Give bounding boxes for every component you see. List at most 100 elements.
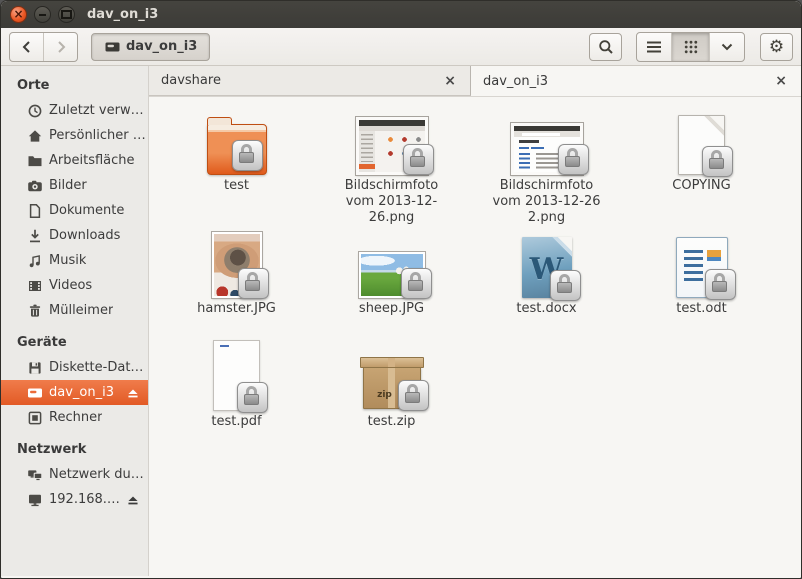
chevron-down-icon — [721, 43, 733, 51]
tab-dav-on-i3[interactable]: dav_on_i3 × — [471, 66, 801, 96]
zip-label-glyph: zip — [377, 390, 392, 400]
window-close-icon: × — [13, 8, 23, 20]
file-item-test-folder[interactable]: test — [159, 103, 314, 226]
sidebar-item-label: Rechner — [49, 410, 102, 425]
sidebar-item-browse-network[interactable]: Netzwerk du… — [1, 462, 148, 487]
tab-bar: davshare × dav_on_i3 × — [149, 66, 801, 97]
drive-icon — [104, 39, 121, 55]
sidebar-item-floppy[interactable]: Diskette-Dat… — [1, 355, 148, 380]
sidebar-item-music[interactable]: Musik — [1, 248, 148, 273]
lock-emblem — [403, 144, 434, 175]
pdf-document-icon — [213, 340, 260, 411]
file-item-pdf[interactable]: test.pdf — [159, 339, 314, 452]
sidebar-item-label: 192.168.… — [49, 492, 120, 507]
sidebar-item-label: dav_on_i3 — [49, 385, 114, 400]
lock-emblem — [702, 146, 733, 177]
sidebar-item-label: Bilder — [49, 178, 87, 193]
sidebar-item-pictures[interactable]: Bilder — [1, 173, 148, 198]
window-close-button[interactable]: × — [10, 6, 27, 23]
file-name: Bildschirmfoto vom 2013-12-26 2.png — [485, 178, 609, 226]
eject-icon[interactable] — [126, 386, 140, 400]
lock-emblem — [238, 268, 269, 299]
file-grid: test Bildschirmfoto vom 2013-12-26.png B… — [149, 97, 801, 576]
sidebar-item-recent[interactable]: Zuletzt verw… — [1, 98, 148, 123]
document-icon — [27, 203, 43, 219]
eject-icon[interactable] — [126, 493, 140, 507]
drive-icon — [27, 385, 43, 401]
search-icon — [598, 39, 614, 55]
sidebar: Orte Zuletzt verw… Persönlicher … Arbeit… — [1, 66, 149, 576]
film-icon — [27, 278, 43, 294]
sidebar-item-documents[interactable]: Dokumente — [1, 198, 148, 223]
folder-icon — [207, 124, 267, 175]
camera-icon — [27, 178, 43, 194]
tab-label: dav_on_i3 — [483, 74, 773, 89]
lock-emblem — [401, 268, 432, 299]
grid-view-button[interactable] — [671, 33, 709, 61]
photo-thumbnail-icon — [212, 232, 262, 298]
forward-button[interactable] — [43, 33, 77, 61]
titlebar[interactable]: × dav_on_i3 — [1, 1, 801, 28]
sidebar-item-remote-server[interactable]: 192.168.… — [1, 487, 148, 512]
sidebar-item-dav-on-i3[interactable]: dav_on_i3 — [1, 380, 148, 405]
network-icon — [27, 467, 43, 483]
image-thumbnail-icon — [511, 123, 583, 175]
image-thumbnail-icon — [356, 117, 428, 175]
file-name: test — [224, 178, 249, 194]
lock-emblem — [232, 140, 263, 171]
file-item-odt[interactable]: test.odt — [624, 226, 779, 339]
file-name: test.odt — [676, 301, 726, 317]
gear-icon: ⚙ — [769, 37, 784, 57]
sidebar-item-label: Arbeitsfläche — [49, 153, 135, 168]
file-name: sheep.JPG — [359, 301, 424, 317]
window-maximize-button[interactable] — [58, 6, 75, 23]
settings-button[interactable]: ⚙ — [760, 33, 793, 61]
chevron-left-icon — [21, 40, 33, 54]
sidebar-item-computer[interactable]: Rechner — [1, 405, 148, 430]
sidebar-item-label: Mülleimer — [49, 303, 113, 318]
trash-icon — [27, 303, 43, 319]
file-item-hamster[interactable]: hamster.JPG — [159, 226, 314, 339]
location-label: dav_on_i3 — [126, 39, 197, 54]
home-icon — [27, 128, 43, 144]
lock-emblem — [398, 380, 429, 411]
window-minimize-button[interactable] — [34, 6, 51, 23]
file-item-copying[interactable]: COPYING — [624, 103, 779, 226]
file-name: test.zip — [368, 414, 416, 430]
sidebar-item-label: Videos — [49, 278, 92, 293]
view-options-dropdown[interactable] — [709, 33, 744, 61]
search-button[interactable] — [589, 33, 622, 61]
nav-button-group — [9, 32, 78, 62]
list-view-button[interactable] — [637, 33, 671, 61]
file-item-docx[interactable]: W test.docx — [469, 226, 624, 339]
tab-davshare[interactable]: davshare × — [149, 66, 471, 96]
file-item-zip[interactable]: zip test.zip — [314, 339, 469, 452]
tab-close-icon[interactable]: × — [442, 74, 458, 88]
back-button[interactable] — [10, 33, 43, 61]
location-button[interactable]: dav_on_i3 — [91, 33, 210, 61]
main-panel: davshare × dav_on_i3 × test Bildschirmfo… — [149, 66, 801, 576]
file-item-screenshot-2[interactable]: Bildschirmfoto vom 2013-12-26 2.png — [469, 103, 624, 226]
file-manager-window: × dav_on_i3 dav_on_i3 — [0, 0, 802, 579]
sidebar-item-desktop[interactable]: Arbeitsfläche — [1, 148, 148, 173]
sidebar-item-label: Dokumente — [49, 203, 124, 218]
sidebar-item-downloads[interactable]: Downloads — [1, 223, 148, 248]
sidebar-item-label: Diskette-Dat… — [49, 360, 143, 375]
lock-emblem — [550, 270, 581, 301]
sidebar-item-label: Zuletzt verw… — [49, 103, 144, 118]
file-name: Bildschirmfoto vom 2013-12-26.png — [332, 178, 452, 226]
zip-archive-icon: zip — [363, 367, 421, 409]
file-item-sheep[interactable]: sheep.JPG — [314, 226, 469, 339]
odt-document-icon — [676, 237, 728, 298]
file-name: hamster.JPG — [197, 301, 276, 317]
sidebar-item-home[interactable]: Persönlicher … — [1, 123, 148, 148]
file-name: COPYING — [672, 178, 730, 194]
music-note-icon — [27, 253, 43, 269]
sidebar-section-header-places: Orte — [1, 74, 148, 98]
sidebar-item-trash[interactable]: Mülleimer — [1, 298, 148, 323]
sidebar-item-videos[interactable]: Videos — [1, 273, 148, 298]
sidebar-item-label: Netzwerk du… — [49, 467, 144, 482]
file-item-screenshot-1[interactable]: Bildschirmfoto vom 2013-12-26.png — [314, 103, 469, 226]
tab-close-icon[interactable]: × — [773, 74, 789, 88]
computer-icon — [27, 410, 43, 426]
